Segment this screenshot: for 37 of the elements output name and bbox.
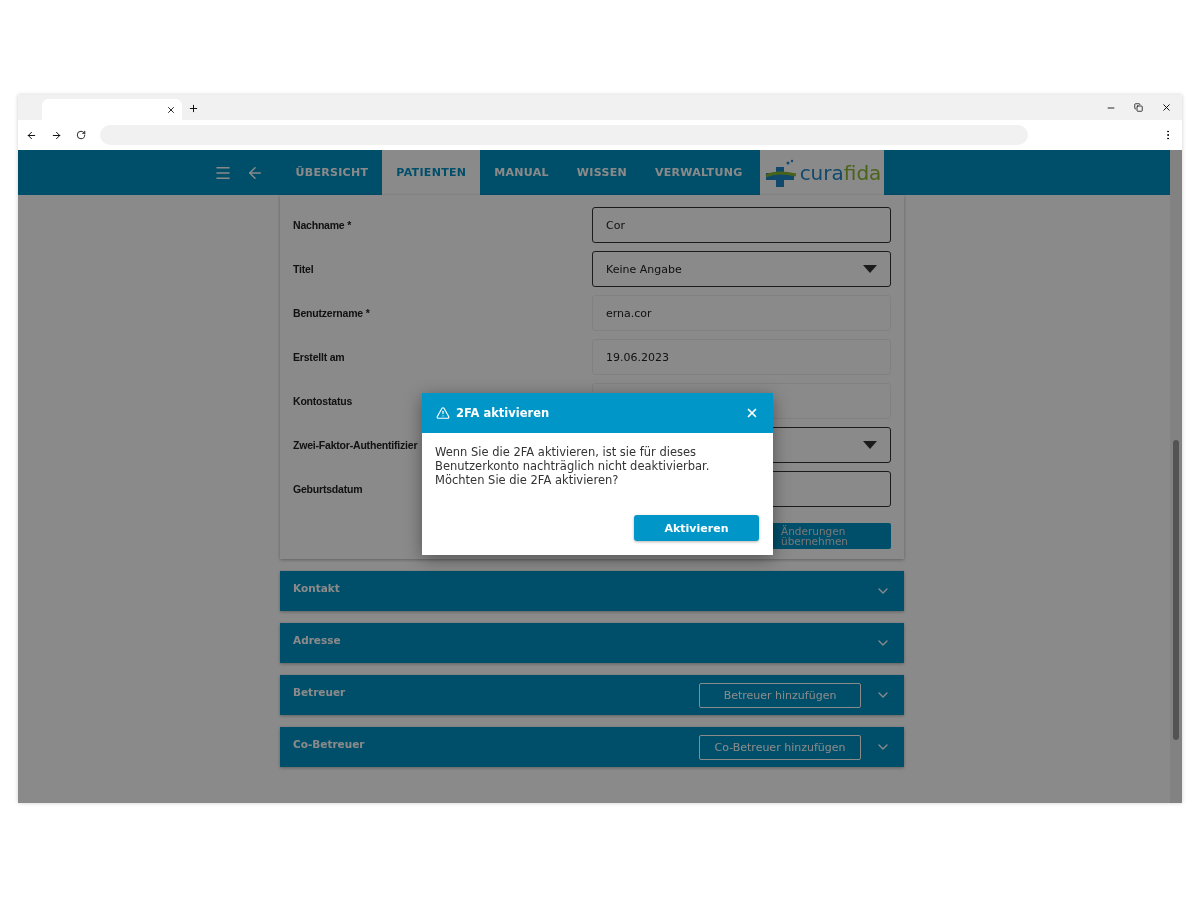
dialog-message: Wenn Sie die 2FA aktivieren, ist sie für dieses Benutzerkonto nachträglich nicht deaktivierbar. Möchten Sie die 2FA aktivieren? — [435, 445, 711, 487]
select-field[interactable]: Keine Angabe — [592, 251, 891, 287]
nav-tab[interactable]: VERWALTUNG — [640, 150, 757, 195]
field-label: Nachname * — [293, 219, 352, 231]
add-button[interactable]: Co-Betreuer hinzufügen — [699, 734, 861, 760]
caret-icon — [863, 441, 877, 449]
accordion-header[interactable]: Co-Betreuer Co-Betreuer hinzufügen — [280, 727, 904, 767]
field-label: Titel — [293, 263, 314, 275]
back-icon[interactable] — [26, 129, 37, 141]
field-label: Zwei-Faktor-Authentifizier — [293, 439, 418, 451]
nav-tab[interactable]: PATIENTEN — [382, 150, 481, 195]
input-field[interactable]: Cor — [592, 207, 891, 243]
accordion-header[interactable]: Kontakt — [280, 571, 904, 611]
reload-icon[interactable] — [76, 130, 86, 140]
nav-tab[interactable]: WISSEN — [562, 150, 641, 195]
cross-logo-icon — [763, 158, 798, 187]
field-label: Benutzername * — [293, 307, 370, 319]
logo-text: curafida — [799, 160, 882, 185]
add-button[interactable]: Betreuer hinzufügen — [699, 682, 861, 708]
warning-icon — [436, 406, 450, 420]
activate-button[interactable]: Aktivieren — [634, 515, 759, 541]
new-tab-icon[interactable] — [188, 103, 199, 114]
close-icon[interactable] — [166, 104, 176, 115]
restore-icon[interactable] — [1134, 103, 1143, 112]
scrollbar[interactable] — [1170, 150, 1182, 803]
accordion-header[interactable]: Adresse — [280, 623, 904, 663]
input-field: erna.cor — [592, 295, 891, 331]
caret-icon — [863, 265, 877, 273]
field-label: Erstellt am — [293, 351, 345, 363]
input-field: 19.06.2023 — [592, 339, 891, 375]
field-label: Kontostatus — [293, 395, 353, 407]
accordion-header[interactable]: Betreuer Betreuer hinzufügen — [280, 675, 904, 715]
forward-icon[interactable] — [51, 129, 62, 141]
nav-tab[interactable]: MANUAL — [480, 150, 563, 195]
field-label: Geburtsdatum — [293, 483, 363, 495]
dialog-title: 2FA aktivieren — [456, 406, 551, 420]
close-icon[interactable] — [1161, 102, 1172, 113]
